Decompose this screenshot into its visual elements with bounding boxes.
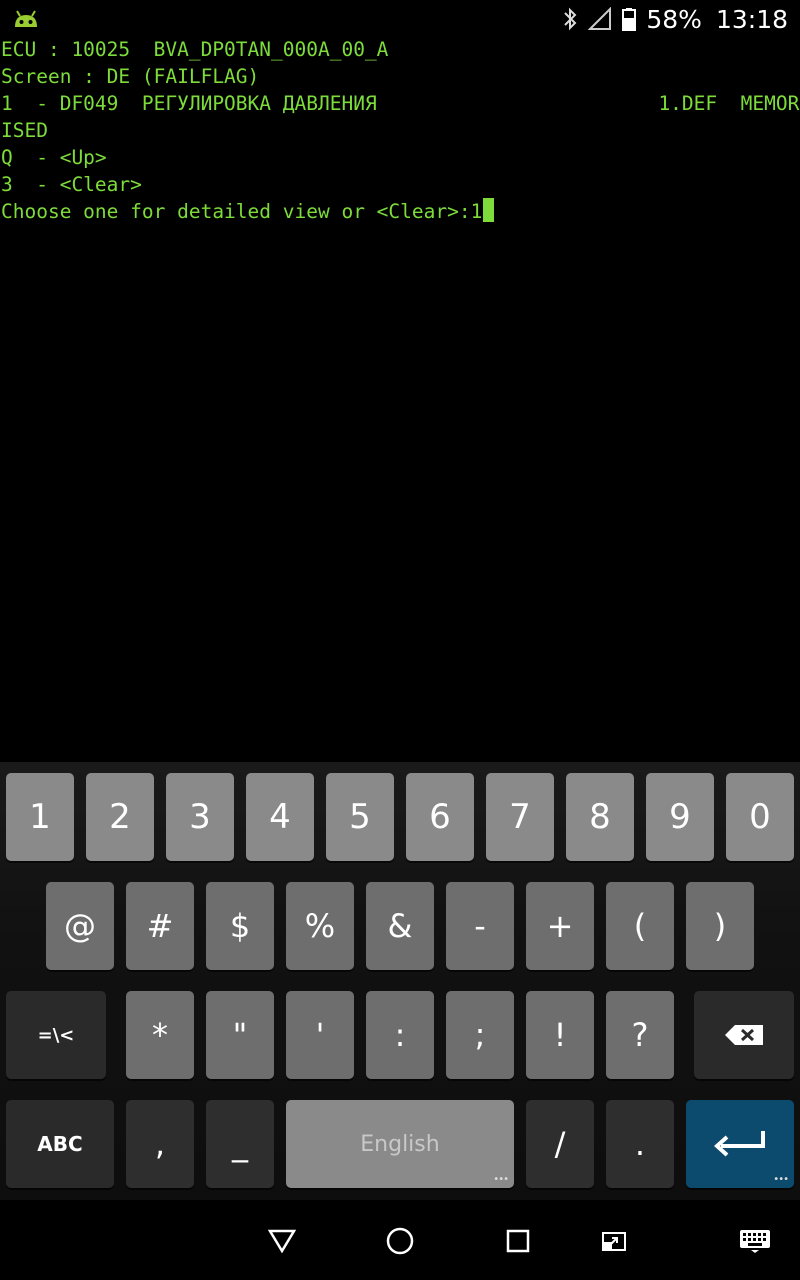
home-icon xyxy=(386,1227,414,1255)
terminal-line: 3 - <Clear> xyxy=(1,173,142,196)
key-comma[interactable]: , xyxy=(126,1100,194,1188)
navigation-bar xyxy=(0,1200,800,1280)
home-button[interactable] xyxy=(377,1218,423,1264)
terminal-output[interactable]: ECU : 10025 BVA_DP0TAN_000A_00_A Screen … xyxy=(0,36,800,756)
recents-button[interactable] xyxy=(495,1218,541,1264)
more-options-icon: ••• xyxy=(773,1174,789,1185)
key-1[interactable]: 1 xyxy=(6,773,74,861)
key-9[interactable]: 9 xyxy=(646,773,714,861)
key-plus[interactable]: + xyxy=(526,882,594,970)
key-close-paren[interactable]: ) xyxy=(686,882,754,970)
bluetooth-icon xyxy=(564,7,577,31)
terminal-line: Screen : DE (FAILFLAG) xyxy=(1,65,260,88)
key-7[interactable]: 7 xyxy=(486,773,554,861)
key-asterisk[interactable]: * xyxy=(126,991,194,1079)
key-semicolon[interactable]: ; xyxy=(446,991,514,1079)
clock: 13:18 xyxy=(715,4,788,34)
key-double-quote[interactable]: " xyxy=(206,991,274,1079)
key-colon[interactable]: : xyxy=(366,991,434,1079)
status-bar: 58% 13:18 xyxy=(0,0,800,38)
backspace-key[interactable] xyxy=(694,991,794,1079)
screen-toggle-icon xyxy=(602,1232,626,1251)
back-button[interactable] xyxy=(259,1218,305,1264)
signal-icon xyxy=(588,7,612,30)
backspace-icon xyxy=(725,1025,763,1045)
battery-icon xyxy=(622,8,637,31)
battery-percent: 58% xyxy=(646,4,702,34)
key-5[interactable]: 5 xyxy=(326,773,394,861)
terminal-prompt-line[interactable]: Choose one for detailed view or <Clear>:… xyxy=(1,198,495,225)
key-open-paren[interactable]: ( xyxy=(606,882,674,970)
soft-keyboard: 1 2 3 4 5 6 7 8 9 0 @ # $ % & - + ( ) =\… xyxy=(0,762,800,1200)
text-cursor xyxy=(483,198,495,222)
key-underscore[interactable]: _ xyxy=(206,1100,274,1188)
enter-key[interactable]: ••• xyxy=(686,1100,794,1188)
key-6[interactable]: 6 xyxy=(406,773,474,861)
space-key-label: English xyxy=(360,1131,440,1157)
key-dollar[interactable]: $ xyxy=(206,882,274,970)
back-icon xyxy=(268,1229,296,1254)
terminal-line: ISED xyxy=(1,119,48,142)
key-0[interactable]: 0 xyxy=(726,773,794,861)
key-percent[interactable]: % xyxy=(286,882,354,970)
key-hash[interactable]: # xyxy=(126,882,194,970)
terminal-line: Q - <Up> xyxy=(1,146,107,169)
key-minus[interactable]: - xyxy=(446,882,514,970)
key-8[interactable]: 8 xyxy=(566,773,634,861)
key-at[interactable]: @ xyxy=(46,882,114,970)
screen-toggle-button[interactable] xyxy=(591,1218,637,1264)
key-ampersand[interactable]: & xyxy=(366,882,434,970)
terminal-line: ECU : 10025 BVA_DP0TAN_000A_00_A xyxy=(1,38,389,61)
key-2[interactable]: 2 xyxy=(86,773,154,861)
key-single-quote[interactable]: ' xyxy=(286,991,354,1079)
enter-icon xyxy=(714,1131,765,1157)
keyboard-switch-button[interactable] xyxy=(732,1218,778,1264)
key-3[interactable]: 3 xyxy=(166,773,234,861)
space-key[interactable]: English ••• xyxy=(286,1100,514,1188)
key-slash[interactable]: / xyxy=(526,1100,594,1188)
prompt-text: Choose one for detailed view or <Clear>:… xyxy=(1,200,483,223)
key-more-symbols[interactable]: =\< xyxy=(6,991,106,1079)
recents-icon xyxy=(506,1229,530,1253)
more-options-icon: ••• xyxy=(493,1174,509,1185)
key-question[interactable]: ? xyxy=(606,991,674,1079)
key-4[interactable]: 4 xyxy=(246,773,314,861)
abc-key[interactable]: ABC xyxy=(6,1100,114,1188)
terminal-line: 1 - DF049 РЕГУЛИРОВКА ДАВЛЕНИЯ 1.DEF MEM… xyxy=(1,92,800,115)
key-exclamation[interactable]: ! xyxy=(526,991,594,1079)
keyboard-switch-icon xyxy=(740,1230,770,1253)
android-app-icon xyxy=(15,10,37,27)
key-period[interactable]: . xyxy=(606,1100,674,1188)
